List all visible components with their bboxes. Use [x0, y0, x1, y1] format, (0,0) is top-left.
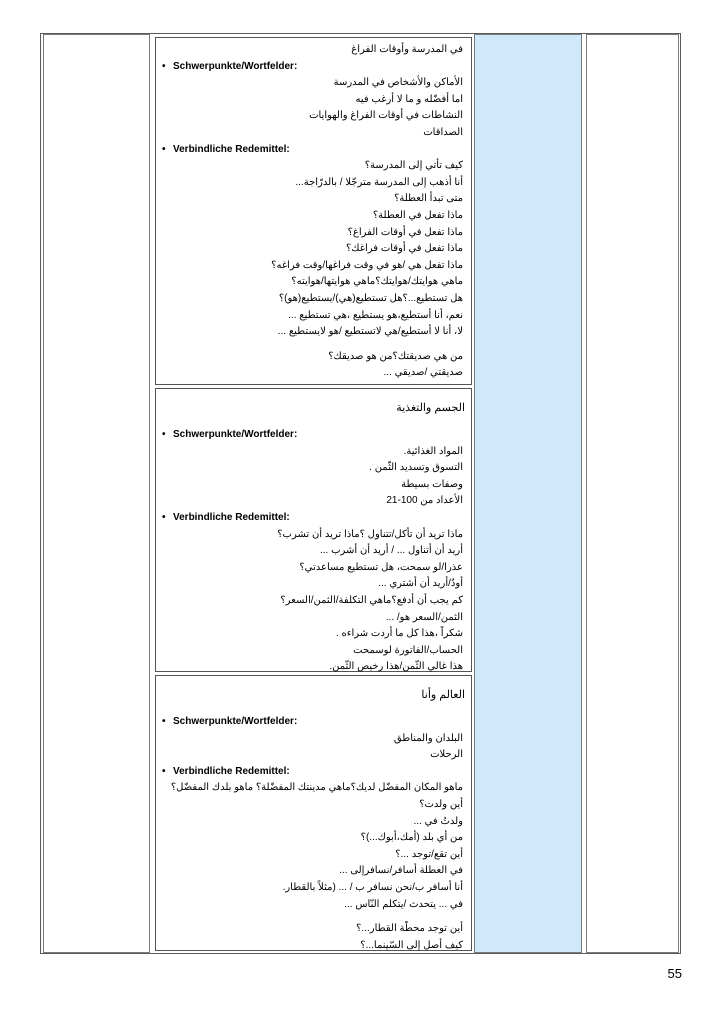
list-item: الحساب/الفاتورة لوسمحت — [353, 644, 463, 656]
bullet-icon: • — [162, 716, 166, 727]
list-item: الأعداد من 100-21 — [386, 495, 463, 507]
list-item: عذرا/لو سمحت، هل تستطيع مساعدتي؟ — [299, 561, 463, 573]
cell-world-and-me: العالم وأنا • Schwerpunkte/Wortfelder: ال… — [155, 675, 472, 951]
list-item: ماهي هوايتك/هوايتك؟ماهي هوايتها/هوايته؟ — [291, 276, 463, 288]
list-item: هذا غالي الثّمن/هذا رخيص الثّمن. — [329, 661, 463, 673]
list-item: اما أفضّله و ما لا أرغب فيه — [355, 93, 463, 105]
list-item: ماذا تريد أن تأكل/تتناول ؟ماذا تريد أن ت… — [277, 528, 463, 540]
list-item: هل تستطيع...؟هل تستطيع(هي)/يستطيع(هو)؟ — [278, 292, 463, 304]
list-item: ماهو المكان المفضّل لديك؟ماهي مدينتك الم… — [170, 782, 463, 794]
list-item: أنا أسافر ب/نحن نسافر ب / ... (مثلاً بال… — [282, 881, 463, 893]
bullet-heading: • Schwerpunkte/Wortfelder: — [160, 59, 465, 76]
list-item: كم يجب أن أدفع؟ماهي التكلفة/الثمن/السعر؟ — [280, 594, 463, 606]
list-item: وصفات بسيطة — [401, 478, 463, 490]
list-item: الأماكن والأشخاص في المدرسة — [333, 77, 463, 89]
page-number: 55 — [667, 966, 682, 981]
list-item: أين تقع/توجد ...؟ — [395, 848, 463, 860]
list-item: لا، أنا لا أستطيع/هي لاتستطيع /هو لايستط… — [277, 326, 463, 338]
column-left — [43, 34, 150, 953]
list-item: أين ولدت؟ — [419, 798, 463, 810]
list-item: النشاطات في أوقات الفراغ والهوايات — [309, 110, 463, 122]
section-title: في المدرسة وأوقات الفراغ — [351, 44, 463, 55]
list-item: المواد الغذائية. — [403, 445, 463, 457]
list-item: كيف تأتي إلى المدرسة؟ — [364, 160, 463, 172]
list-item: من هي صديقتك؟من هو صديقك؟ — [328, 350, 463, 362]
list-item: صديقتي /صديقي ... — [383, 367, 463, 379]
bullet-heading: • Schwerpunkte/Wortfelder: — [160, 427, 465, 444]
list-item: في ... يتحدث /يتكلم النّاس ... — [344, 898, 463, 910]
section-title: الجسم والتغذية — [396, 402, 465, 414]
bullet-heading: • Verbindliche Redemittel: — [160, 764, 465, 781]
list-item: ماذا تفعل في أوقات الفراغ؟ — [347, 226, 463, 238]
list-item: ماذا تفعل في أوقات فراغك؟ — [346, 243, 463, 255]
list-item: أريد أن أتناول ... / أريد أن أشرب ... — [319, 545, 463, 557]
list-item: أنا أذهب إلى المدرسة مترجّلا / بالدرّاجة… — [295, 176, 463, 188]
list-item: شكراً ،هذا كل ما أردت شراءه . — [335, 628, 463, 640]
column-highlight — [474, 34, 582, 953]
list-item: التسوق وتسديد الثّمن . — [369, 462, 463, 474]
list-item: أودُ/أريد أن أشتري ... — [378, 578, 463, 590]
bullet-heading: • Schwerpunkte/Wortfelder: — [160, 714, 465, 731]
cell-body-nutrition: الجسم والتغذية • Schwerpunkte/Wortfelder:… — [155, 388, 472, 672]
list-item: أين توجد محطّة القطار...؟ — [356, 923, 463, 935]
list-item: ماذا تفعل هي /هو في وقت فراغها/وقت فراغه… — [271, 259, 463, 271]
list-item: الرحلات — [430, 749, 463, 761]
cell-school-leisure: في المدرسة وأوقات الفراغ • Schwerpunkte/W… — [155, 37, 472, 385]
column-right — [586, 34, 679, 953]
bullet-icon: • — [162, 143, 166, 155]
list-item: متى تبدأ العطلة؟ — [394, 193, 463, 205]
list-item: الثمن/السعر هو/ ... — [385, 611, 463, 623]
list-item: في العطلة أسافر/نسافرإلى ... — [339, 865, 463, 877]
bullet-icon: • — [162, 765, 166, 777]
list-item: الصداقات — [423, 126, 463, 138]
curriculum-table: في المدرسة وأوقات الفراغ • Schwerpunkte/W… — [40, 33, 681, 954]
list-item: ولدتُ في ... — [413, 815, 463, 827]
list-item: كيف أصل إلى السّينما...؟ — [360, 939, 463, 951]
list-item: من أي بلد (أمك،أبوك...)؟ — [360, 832, 463, 844]
bullet-icon: • — [162, 429, 166, 440]
section-title: العالم وأنا — [421, 689, 465, 701]
bullet-icon: • — [162, 60, 166, 72]
column-content: في المدرسة وأوقات الفراغ • Schwerpunkte/W… — [153, 34, 473, 953]
bullet-heading: • Verbindliche Redemittel: — [160, 142, 465, 159]
bullet-icon: • — [162, 511, 166, 523]
list-item: البلدان والمناطق — [393, 732, 463, 744]
bullet-heading: • Verbindliche Redemittel: — [160, 510, 465, 527]
list-item: ماذا تفعل في العطلة؟ — [372, 209, 463, 221]
list-item: نعم، أنا أستطيع،هو يستطيع ،هي تستطيع ... — [288, 309, 463, 321]
